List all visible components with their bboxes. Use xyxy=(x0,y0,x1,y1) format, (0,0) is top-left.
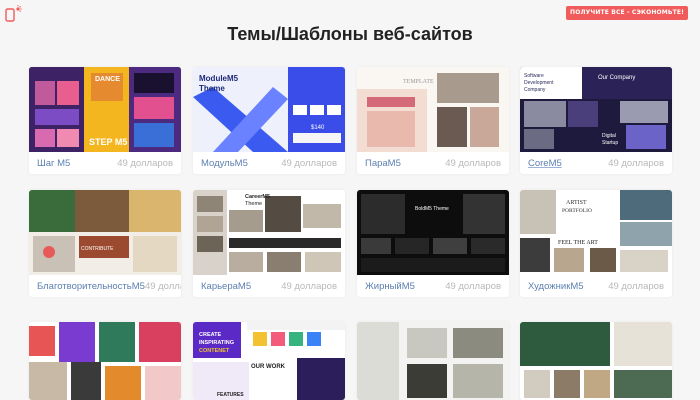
thumb-text: Development xyxy=(524,80,554,86)
theme-thumbnail[interactable]: CREATE INSPIRATING CONTENET OUR WORK FEA… xyxy=(193,322,345,400)
theme-card[interactable]: Software Development Company Our Company… xyxy=(520,67,672,174)
theme-card[interactable] xyxy=(29,322,181,400)
theme-card[interactable]: ModuleM5 Theme $140 МодульM5 49 долларов xyxy=(193,67,345,174)
thumb-text: $140 xyxy=(311,125,325,131)
thumb-text: OUR WORK xyxy=(251,364,286,370)
thumb-text: Theme xyxy=(199,84,225,93)
thumb-text: FEATURES xyxy=(217,392,244,398)
theme-price: 49 долларов xyxy=(608,157,664,169)
thumb-text: BoldM5 Theme xyxy=(415,206,449,212)
theme-thumbnail[interactable]: BoldM5 Theme xyxy=(357,190,509,275)
theme-card[interactable]: TEMPLATE ПараM5 49 долларов xyxy=(357,67,509,174)
thumb-text: ARTIST xyxy=(566,200,587,206)
thumb-text: Startup xyxy=(602,140,618,146)
theme-thumbnail[interactable]: CONTRIBUTE xyxy=(29,190,181,275)
thumb-text: CareerM5 xyxy=(245,194,270,200)
theme-thumbnail[interactable]: ARTIST PORTFOLIO FEEL THE ART xyxy=(520,190,672,275)
theme-name-link[interactable]: ЖирныйM5 xyxy=(365,281,415,292)
theme-price: 49 долларов xyxy=(117,157,173,169)
theme-card[interactable] xyxy=(357,322,509,400)
theme-thumbnail[interactable] xyxy=(520,322,672,400)
theme-name-link[interactable]: ХудожникM5 xyxy=(528,281,584,292)
thumb-text: TEMPLATE xyxy=(403,79,434,85)
thumb-text: PORTFOLIO xyxy=(562,208,592,214)
theme-card[interactable]: ARTIST PORTFOLIO FEEL THE ART ХудожникM5… xyxy=(520,190,672,297)
theme-price: 49 долларов xyxy=(608,280,664,292)
theme-card[interactable] xyxy=(520,322,672,400)
theme-thumbnail[interactable] xyxy=(29,322,181,400)
thumb-text: INSPIRATING xyxy=(199,340,234,346)
theme-name-link[interactable]: КарьераM5 xyxy=(201,281,251,292)
theme-price: 49 долларов xyxy=(281,280,337,292)
theme-price: 49 долларов xyxy=(144,280,181,292)
theme-name-link[interactable]: ПараM5 xyxy=(365,158,401,169)
thumb-text: CONTRIBUTE xyxy=(81,246,114,252)
theme-card[interactable]: CONTRIBUTE БлаготворительностьM5 49 долл… xyxy=(29,190,181,297)
thumb-text: FEEL THE ART xyxy=(558,240,598,246)
thumb-text: Software xyxy=(524,73,544,79)
themes-grid: STEP M5 DANCE Шаг M5 49 долларов ModuleM… xyxy=(0,0,700,400)
theme-price: 49 долларов xyxy=(281,157,337,169)
theme-thumbnail[interactable] xyxy=(357,322,509,400)
theme-name-link[interactable]: Шаг M5 xyxy=(37,158,70,169)
thumb-text: Company xyxy=(524,87,546,93)
theme-thumbnail[interactable]: STEP M5 DANCE xyxy=(29,67,181,152)
thumb-text: Theme xyxy=(245,201,262,207)
theme-card[interactable]: STEP M5 DANCE Шаг M5 49 долларов xyxy=(29,67,181,174)
thumb-text: ModuleM5 xyxy=(199,74,239,83)
thumb-text: CONTENET xyxy=(199,348,230,354)
theme-name-link[interactable]: CoreM5 xyxy=(528,158,562,169)
theme-card[interactable]: BoldM5 Theme ЖирныйM5 49 долларов xyxy=(357,190,509,297)
theme-card[interactable]: CREATE INSPIRATING CONTENET OUR WORK FEA… xyxy=(193,322,345,400)
theme-card[interactable]: CareerM5 Theme КарьераM5 49 долларов xyxy=(193,190,345,297)
theme-name-link[interactable]: МодульM5 xyxy=(201,158,248,169)
thumb-text: Digital xyxy=(602,133,616,139)
thumb-text: Our Company xyxy=(598,75,635,81)
theme-name-link[interactable]: БлаготворительностьM5 xyxy=(37,281,145,292)
thumb-text: DANCE xyxy=(95,76,120,83)
thumb-text: STEP M5 xyxy=(89,137,127,147)
theme-thumbnail[interactable]: TEMPLATE xyxy=(357,67,509,152)
theme-price: 49 долларов xyxy=(445,157,501,169)
theme-thumbnail[interactable]: CareerM5 Theme xyxy=(193,190,345,275)
thumb-text: CREATE xyxy=(199,332,222,338)
theme-thumbnail[interactable]: ModuleM5 Theme $140 xyxy=(193,67,345,152)
theme-price: 49 долларов xyxy=(445,280,501,292)
theme-thumbnail[interactable]: Software Development Company Our Company… xyxy=(520,67,672,152)
